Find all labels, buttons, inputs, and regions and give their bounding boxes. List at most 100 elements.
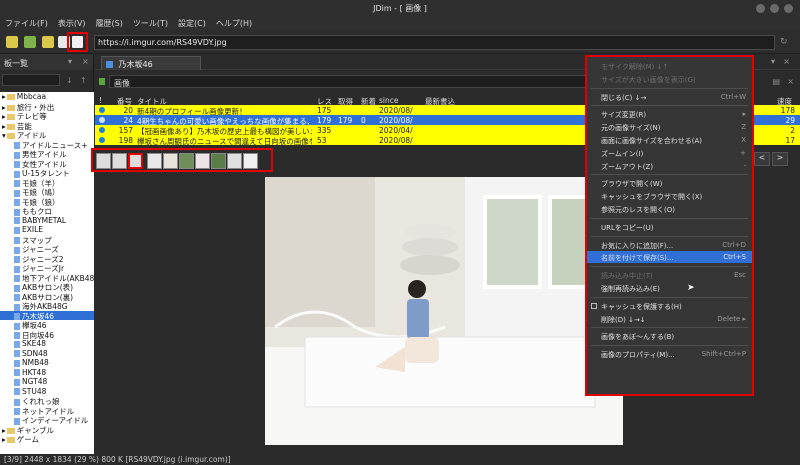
tree-board[interactable]: 欅坂46 bbox=[0, 320, 94, 330]
thumbnail[interactable] bbox=[163, 153, 178, 169]
expand-icon[interactable]: ▸ bbox=[2, 103, 6, 112]
menu-help[interactable]: ヘルプ(H) bbox=[211, 16, 257, 29]
expand-icon[interactable]: ▸ bbox=[2, 112, 6, 121]
checkbox[interactable] bbox=[591, 302, 597, 309]
context-menu-item[interactable]: 名前を付けて保存(S)... Ctrl+S bbox=[587, 251, 752, 264]
context-menu-item[interactable]: 画像をあぼ〜んする(B) bbox=[587, 330, 752, 342]
tree-board[interactable]: 海外AKB48G bbox=[0, 301, 94, 311]
tree-board[interactable]: モ娘（鳩） bbox=[0, 187, 94, 197]
context-menu-item[interactable]: 閉じる(C) ↓→ Ctrl+W bbox=[587, 91, 752, 103]
tree-board[interactable]: 女性アイドル bbox=[0, 159, 94, 168]
context-menu-item[interactable]: URLをコピー(U) bbox=[587, 221, 752, 233]
close-icon[interactable]: × bbox=[82, 57, 89, 66]
tree-board[interactable]: 日向坂46 bbox=[0, 330, 94, 339]
tree-board[interactable]: ジャニーズ2 bbox=[0, 254, 94, 263]
image-view-icon[interactable] bbox=[72, 36, 83, 48]
tree-board[interactable]: インディーアイドル bbox=[0, 415, 94, 425]
context-menu-item[interactable]: キャッシュをブラウザで開く(X) bbox=[587, 190, 752, 202]
context-menu-item[interactable]: 削除(D) ↓→↓ Delete ▸ bbox=[587, 313, 752, 325]
close-button[interactable] bbox=[784, 4, 793, 13]
next-image-button[interactable]: > bbox=[772, 152, 788, 166]
tree-board[interactable]: モ娘（狼） bbox=[0, 197, 94, 206]
thumbnail-current[interactable] bbox=[128, 153, 143, 169]
thumbnail[interactable] bbox=[243, 153, 258, 169]
filter-input[interactable]: 画像 bbox=[109, 75, 589, 88]
delete-icon[interactable]: ▤ bbox=[772, 77, 780, 86]
tree-board[interactable]: AKBサロン(表) bbox=[0, 282, 94, 292]
tree-board[interactable]: AKBサロン(裏) bbox=[0, 292, 94, 301]
url-input[interactable]: https://i.imgur.com/RS49VDY.jpg bbox=[94, 35, 775, 50]
tree-board[interactable]: 地下アイドル(AKB48) bbox=[0, 273, 94, 282]
context-menu-item[interactable]: 強制再読み込み(E) bbox=[587, 282, 752, 294]
tree-board[interactable]: 乃木坂46 bbox=[0, 310, 94, 320]
thumbnail[interactable] bbox=[96, 153, 111, 169]
expand-icon[interactable]: ▸ bbox=[2, 435, 6, 444]
context-menu-item[interactable]: ズームイン(I) + bbox=[587, 147, 752, 159]
tree-board[interactable]: アイドルニュース+ bbox=[0, 140, 94, 149]
displayed-photo[interactable] bbox=[265, 177, 623, 445]
tree-folder[interactable]: ▸ 芸能 bbox=[0, 121, 94, 131]
context-menu-item[interactable]: お気に入りに追加(F)... Ctrl+D bbox=[587, 239, 752, 251]
context-menu-item[interactable]: 画像のプロパティ(M)... Shift+Ctrl+P bbox=[587, 348, 752, 360]
board-search-input[interactable] bbox=[2, 74, 60, 86]
tree-board[interactable]: SKE48 bbox=[0, 339, 94, 349]
prev-image-button[interactable]: < bbox=[754, 152, 770, 166]
tree-board[interactable]: ジャニーズJr bbox=[0, 263, 94, 273]
thumbnail[interactable] bbox=[195, 153, 210, 169]
tree-board[interactable]: ジャニーズ bbox=[0, 244, 94, 254]
context-menu-item[interactable]: ズームアウト(Z) - bbox=[587, 160, 752, 172]
context-menu-item[interactable]: ブラウザで開く(W) bbox=[587, 177, 752, 189]
minimize-button[interactable] bbox=[756, 4, 765, 13]
context-menu-item[interactable]: キャッシュを保護する(H) bbox=[587, 300, 752, 312]
thumbnail[interactable] bbox=[211, 153, 226, 169]
context-menu-item[interactable]: 参照元のレスを開く(O) bbox=[587, 203, 752, 215]
thumbnail[interactable] bbox=[179, 153, 194, 169]
tree-board[interactable]: SDN48 bbox=[0, 349, 94, 359]
tree-board[interactable]: EXILE bbox=[0, 225, 94, 235]
tree-board[interactable]: NMB48 bbox=[0, 358, 94, 368]
search-down-icon[interactable]: ↓ bbox=[66, 76, 73, 85]
tree-board[interactable]: NGT48 bbox=[0, 377, 94, 387]
tree-board[interactable]: ももクロ bbox=[0, 206, 94, 216]
dropdown-icon[interactable]: ▾ bbox=[68, 57, 72, 66]
tree-board[interactable]: BABYMETAL bbox=[0, 216, 94, 226]
tree-board[interactable]: STU48 bbox=[0, 387, 94, 397]
close-icon[interactable]: × bbox=[783, 57, 790, 66]
thumbnail[interactable] bbox=[147, 153, 162, 169]
tab-nogizaka46[interactable]: 乃木坂46 bbox=[101, 56, 201, 70]
menu-settings[interactable]: 設定(C) bbox=[173, 16, 211, 29]
menu-file[interactable]: ファイル(F) bbox=[0, 16, 53, 29]
expand-icon[interactable]: ▸ bbox=[2, 122, 6, 131]
reload-icon[interactable]: ↻ bbox=[780, 37, 790, 47]
tree-folder[interactable]: ▸ 旅行・外出 bbox=[0, 102, 94, 112]
menu-history[interactable]: 履歴(S) bbox=[91, 16, 128, 29]
menu-tools[interactable]: ツール(T) bbox=[128, 16, 173, 29]
context-menu-item[interactable]: サイズ変更(R) ▸ bbox=[587, 108, 752, 120]
tree-board[interactable]: 男性アイドル bbox=[0, 149, 94, 159]
collapse-icon[interactable]: ▾ bbox=[2, 131, 6, 140]
thumbnail[interactable] bbox=[227, 153, 242, 169]
dropdown-icon[interactable]: ▾ bbox=[771, 57, 775, 66]
tree-board[interactable]: U-15タレント bbox=[0, 168, 94, 178]
col-mark[interactable]: ! bbox=[99, 96, 102, 105]
tree-folder[interactable]: ▸ Mbbcaa bbox=[0, 92, 94, 102]
tree-folder[interactable]: ▾ アイドル bbox=[0, 130, 94, 140]
thumbnail[interactable] bbox=[112, 153, 127, 169]
col-since[interactable]: since bbox=[379, 96, 398, 105]
expand-icon[interactable]: ▸ bbox=[2, 92, 6, 101]
tree-folder[interactable]: ▸ ゲーム bbox=[0, 434, 94, 444]
close-icon[interactable]: × bbox=[787, 77, 794, 86]
folder-icon[interactable] bbox=[6, 36, 18, 48]
tree-board[interactable]: くれれっ娘 bbox=[0, 396, 94, 406]
folder-icon[interactable] bbox=[42, 36, 54, 48]
menu-view[interactable]: 表示(V) bbox=[53, 16, 91, 29]
expand-icon[interactable]: ▸ bbox=[2, 426, 6, 435]
maximize-button[interactable] bbox=[770, 4, 779, 13]
tree-folder[interactable]: ▸ ギャンブル bbox=[0, 425, 94, 435]
tree-folder[interactable]: ▸ テレビ等 bbox=[0, 111, 94, 121]
tree-board[interactable]: スマップ bbox=[0, 235, 94, 244]
open-board-icon[interactable] bbox=[24, 36, 36, 48]
tree-board[interactable]: HKT48 bbox=[0, 368, 94, 378]
search-up-icon[interactable]: ↑ bbox=[80, 76, 87, 85]
context-menu-item[interactable]: 元の画像サイズ(N) Z bbox=[587, 121, 752, 133]
